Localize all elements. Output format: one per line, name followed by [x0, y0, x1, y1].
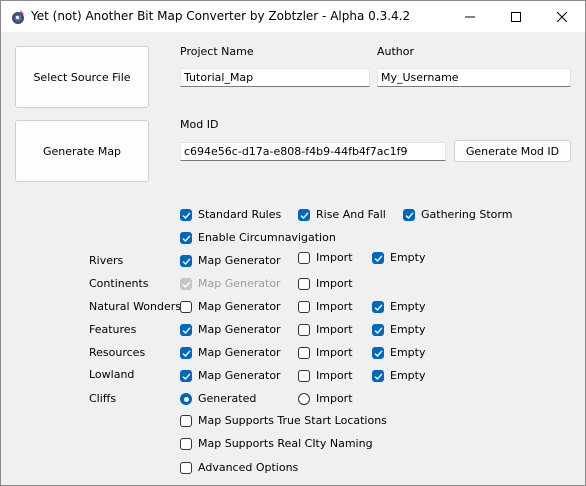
checkmark-icon — [180, 232, 192, 244]
cliffs-label: Cliffs — [89, 392, 117, 405]
gathering-storm-checkbox[interactable]: Gathering Storm — [403, 207, 512, 223]
app-logo-icon — [12, 10, 24, 24]
resources-label: Resources — [89, 346, 146, 359]
lowland-label: Lowland — [89, 368, 135, 381]
empty-label: Empty — [390, 369, 426, 382]
features-map-generator-checkbox[interactable]: Map Generator — [180, 322, 281, 338]
gathering-storm-label: Gathering Storm — [421, 208, 513, 221]
advanced-options-label: Advanced Options — [198, 461, 299, 474]
rise-and-fall-label: Rise And Fall — [316, 208, 386, 221]
advanced-options-checkbox[interactable]: Advanced Options — [180, 460, 298, 476]
checkmark-icon — [372, 347, 384, 359]
window-title: Yet (not) Another Bit Map Converter by Z… — [31, 9, 411, 23]
checkmark-icon — [180, 255, 192, 267]
rivers-empty-checkbox[interactable]: Empty — [372, 250, 425, 266]
lowland-empty-checkbox[interactable]: Empty — [372, 368, 425, 384]
features-import-checkbox[interactable]: Import — [298, 322, 353, 338]
continents-import-checkbox[interactable]: Import — [298, 276, 353, 292]
generated-label: Generated — [198, 392, 257, 405]
natural-wonders-label: Natural Wonders — [89, 300, 182, 313]
import-label: Import — [316, 277, 353, 290]
true-start-locations-checkbox[interactable]: Map Supports True Start Locations — [180, 413, 387, 429]
resources-empty-checkbox[interactable]: Empty — [372, 345, 425, 361]
standard-rules-label: Standard Rules — [198, 208, 282, 221]
map-generator-label: Map Generator — [198, 369, 281, 382]
lowland-map-generator-checkbox[interactable]: Map Generator — [180, 368, 281, 384]
true-start-locations-label: Map Supports True Start Locations — [198, 414, 387, 427]
import-label: Import — [316, 323, 353, 336]
features-label: Features — [89, 323, 137, 336]
lowland-import-checkbox[interactable]: Import — [298, 368, 353, 384]
checkmark-icon — [180, 324, 192, 336]
empty-label: Empty — [390, 300, 426, 313]
map-generator-label: Map Generator — [198, 346, 281, 359]
maximize-button[interactable] — [493, 1, 539, 32]
natural-wonders-map-generator-checkbox[interactable]: Map Generator — [180, 299, 281, 315]
project-name-label: Project Name — [180, 45, 254, 58]
map-generator-label: Map Generator — [198, 254, 281, 267]
checkmark-icon — [372, 370, 384, 382]
checkmark-icon — [403, 209, 415, 221]
continents-map-generator-checkbox[interactable]: Map Generator — [180, 276, 281, 292]
rise-and-fall-checkbox[interactable]: Rise And Fall — [298, 207, 386, 223]
map-generator-label: Map Generator — [198, 323, 281, 336]
rivers-import-checkbox[interactable]: Import — [298, 250, 353, 266]
minimize-icon — [465, 16, 475, 17]
minimize-button[interactable] — [447, 1, 493, 32]
checkmark-icon — [372, 324, 384, 336]
resources-import-checkbox[interactable]: Import — [298, 345, 353, 361]
checkmark-icon — [180, 278, 192, 290]
rivers-label: Rivers — [89, 254, 124, 267]
project-name-input[interactable]: Tutorial_Map — [180, 68, 370, 87]
generate-mod-id-button[interactable]: Generate Mod ID — [454, 140, 571, 162]
resources-map-generator-checkbox[interactable]: Map Generator — [180, 345, 281, 361]
checkmark-icon — [180, 370, 192, 382]
checkmark-icon — [298, 209, 310, 221]
author-input[interactable]: My_Username — [377, 68, 571, 87]
title-bar[interactable]: Yet (not) Another Bit Map Converter by Z… — [1, 1, 585, 32]
app-window: Yet (not) Another Bit Map Converter by Z… — [0, 0, 586, 486]
import-label: Import — [316, 251, 353, 264]
checkmark-icon — [372, 301, 384, 313]
map-generator-label: Map Generator — [198, 277, 281, 290]
empty-label: Empty — [390, 346, 426, 359]
rivers-map-generator-checkbox[interactable]: Map Generator — [180, 253, 281, 269]
real-city-naming-label: Map Supports Real CIty Naming — [198, 437, 373, 450]
checkmark-icon — [180, 347, 192, 359]
generate-map-button[interactable]: Generate Map — [15, 120, 149, 182]
cliffs-generated-radio[interactable]: Generated — [180, 391, 256, 407]
empty-label: Empty — [390, 323, 426, 336]
cliffs-import-radio[interactable]: Import — [298, 391, 353, 407]
maximize-icon — [511, 11, 521, 22]
natural-wonders-import-checkbox[interactable]: Import — [298, 299, 353, 315]
close-button[interactable] — [539, 1, 585, 32]
real-city-naming-checkbox[interactable]: Map Supports Real CIty Naming — [180, 436, 373, 452]
continents-label: Continents — [89, 277, 149, 290]
import-label: Import — [316, 300, 353, 313]
close-icon — [557, 11, 567, 22]
enable-circumnavigation-checkbox[interactable]: Enable Circumnavigation — [180, 230, 336, 246]
import-label: Import — [316, 392, 353, 405]
select-source-file-button[interactable]: Select Source File — [15, 46, 149, 108]
import-label: Import — [316, 369, 353, 382]
empty-label: Empty — [390, 251, 426, 264]
checkmark-icon — [372, 252, 384, 264]
author-label: Author — [377, 45, 415, 58]
features-empty-checkbox[interactable]: Empty — [372, 322, 425, 338]
mod-id-input[interactable]: c694e56c-d17a-e808-f4b9-44fb4f7ac1f9 — [180, 142, 446, 161]
import-label: Import — [316, 346, 353, 359]
map-generator-label: Map Generator — [198, 300, 281, 313]
natural-wonders-empty-checkbox[interactable]: Empty — [372, 299, 425, 315]
mod-id-label: Mod ID — [180, 118, 219, 131]
standard-rules-checkbox[interactable]: Standard Rules — [180, 207, 281, 223]
checkmark-icon — [180, 209, 192, 221]
enable-circumnavigation-label: Enable Circumnavigation — [198, 231, 336, 244]
